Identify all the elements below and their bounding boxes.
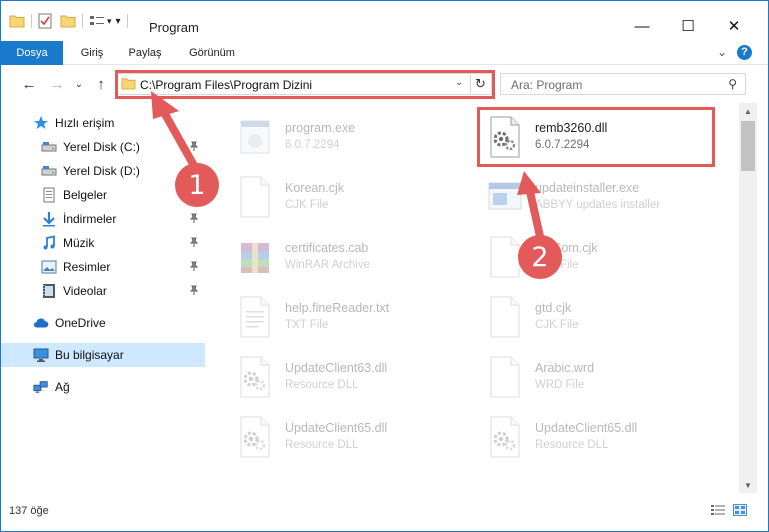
- arrow-1-icon: [151, 91, 201, 175]
- explorer-window: ▾ ▾ Program — ☐ ✕ Dosya Giriş Paylaş Gör…: [0, 0, 769, 532]
- step-1-badge: 1: [175, 163, 219, 207]
- step-2-badge: 2: [518, 235, 562, 279]
- annotation-arrows: [151, 91, 545, 245]
- arrow-2-icon: [517, 171, 545, 245]
